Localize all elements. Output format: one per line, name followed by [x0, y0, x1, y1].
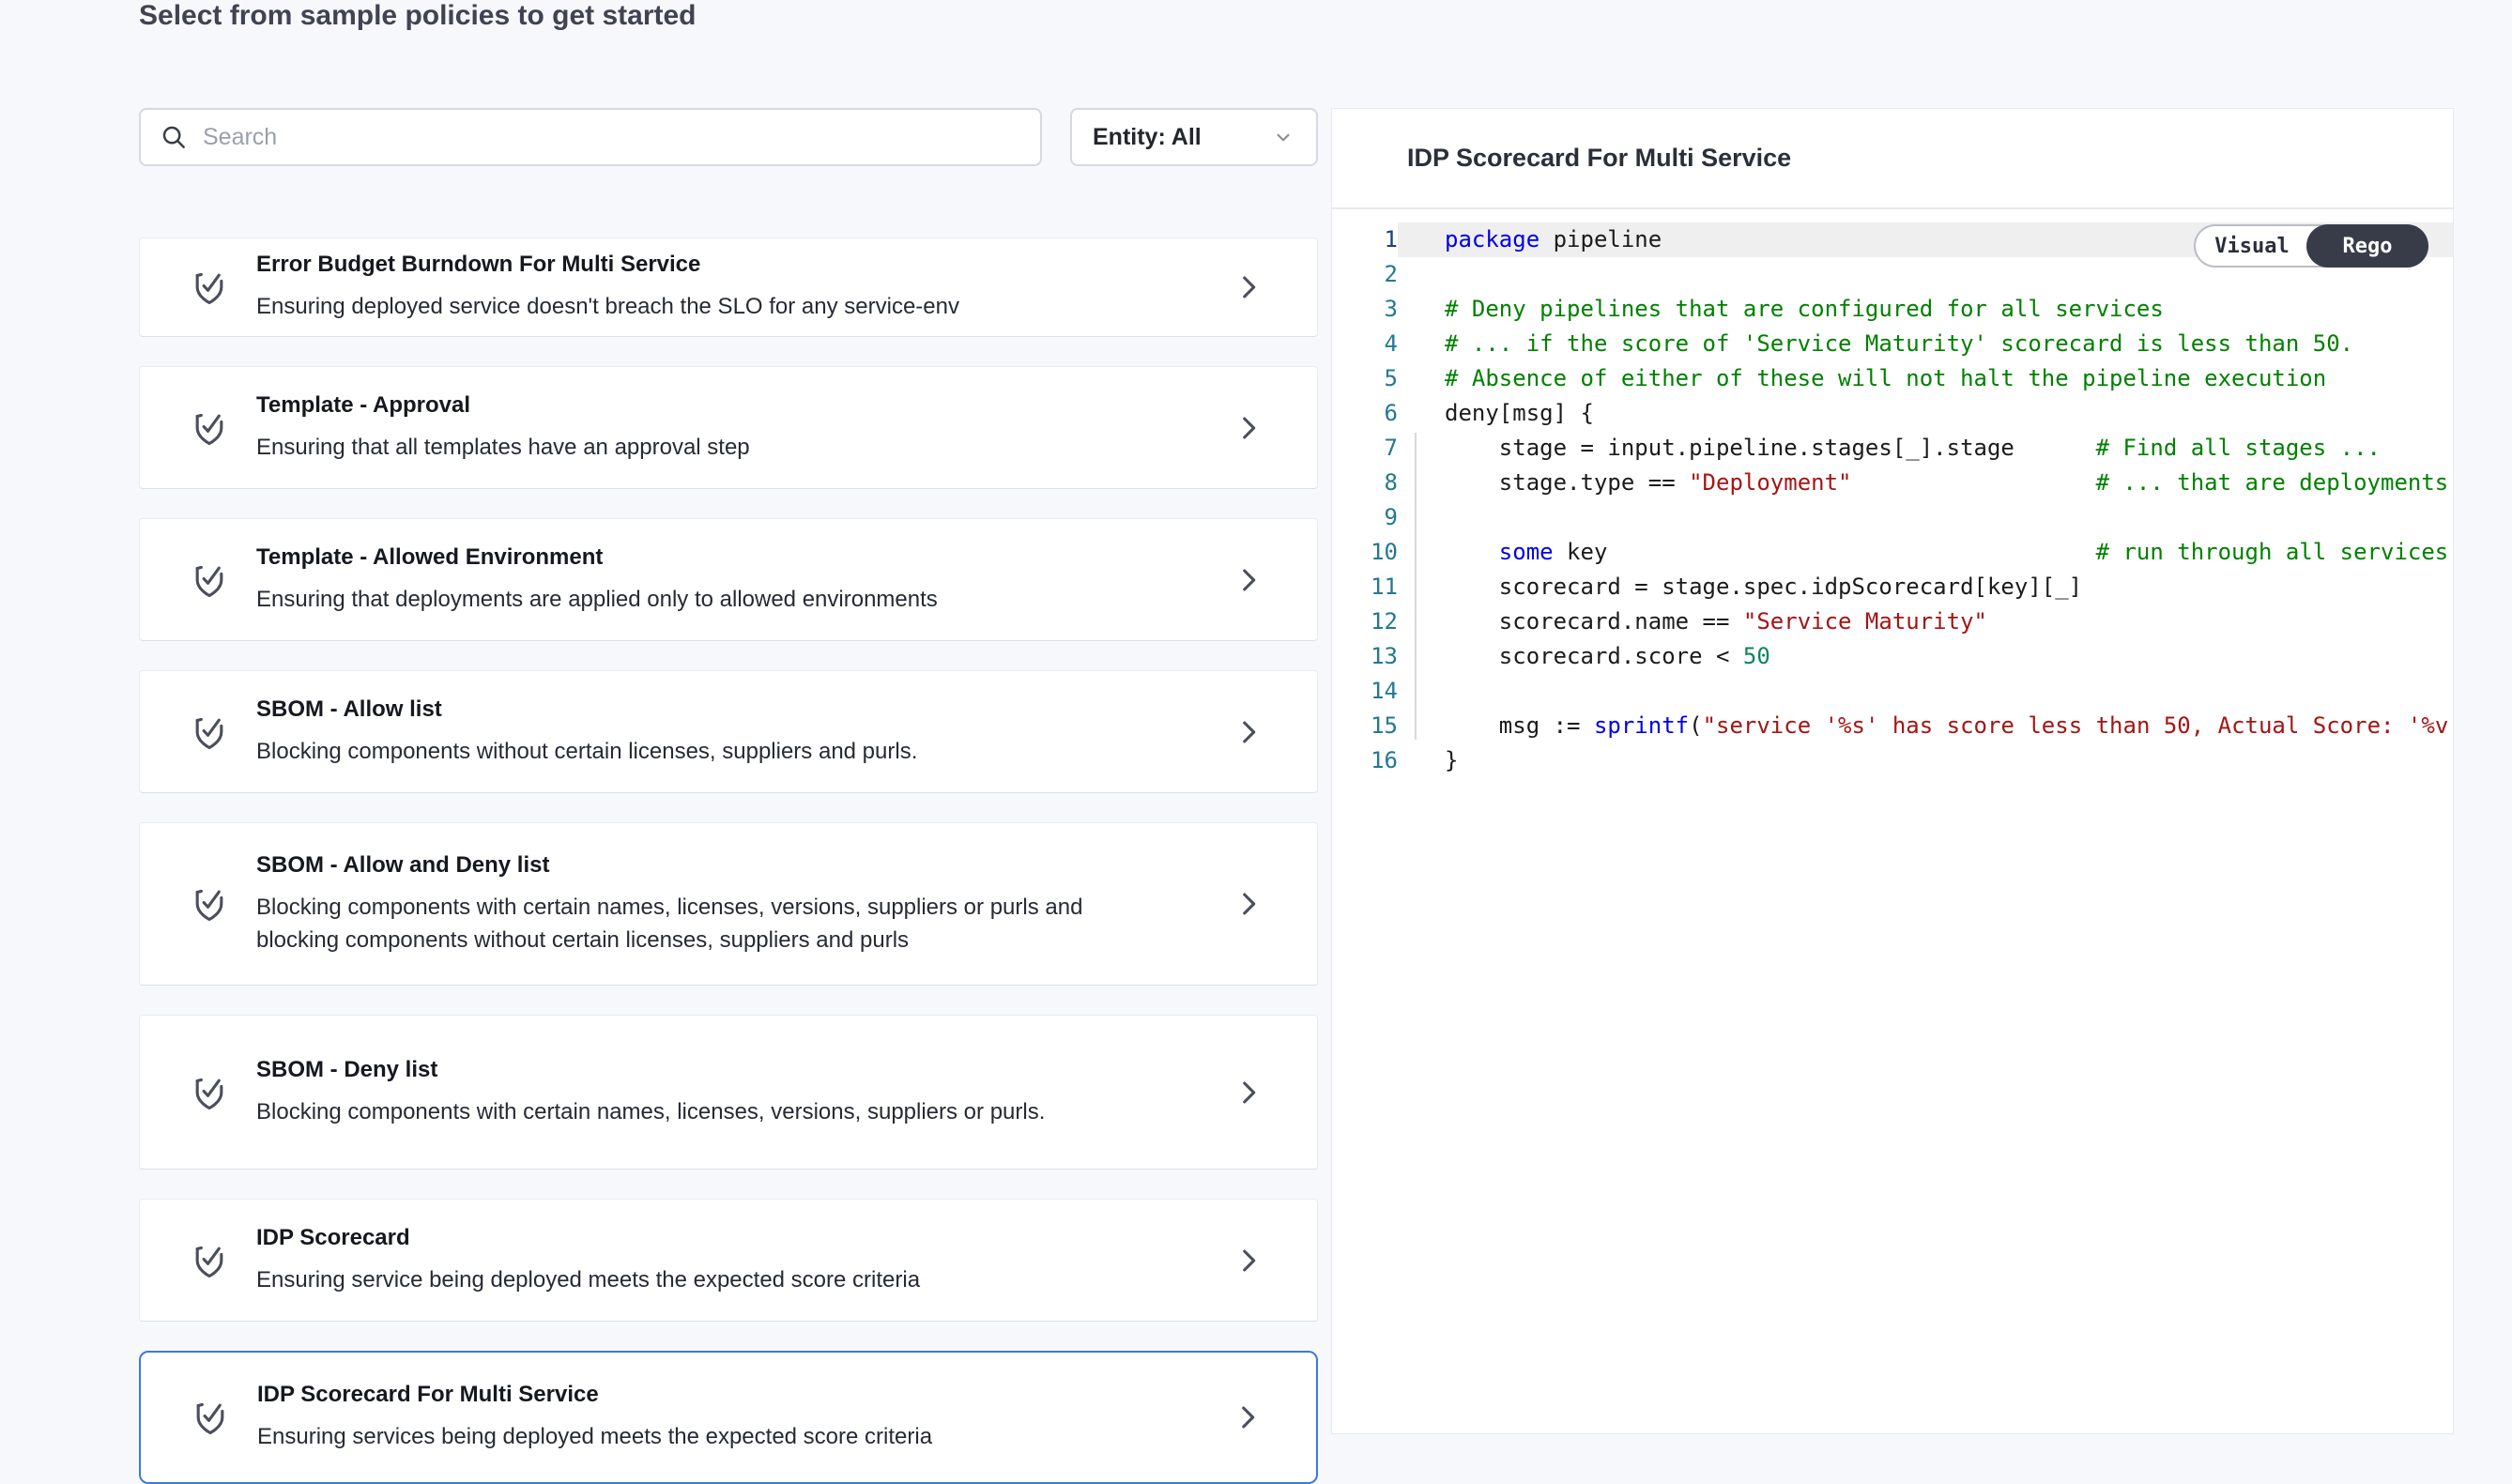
- policy-picker-column: Entity: All Error Budget Burndown For Mu…: [139, 108, 1318, 1484]
- policy-description: Ensuring that all templates have an appr…: [256, 431, 750, 464]
- policy-list-item[interactable]: SBOM - Deny list Blocking components wit…: [139, 1015, 1318, 1170]
- code-editor[interactable]: Visual Rego 1package pipeline23# Deny pi…: [1332, 209, 2453, 1433]
- code-line: 5# Absence of either of these will not h…: [1332, 361, 2453, 396]
- policy-list-item[interactable]: SBOM - Allow list Blocking components wi…: [139, 670, 1318, 793]
- code-line: 9: [1332, 500, 2453, 535]
- code-editor-lines: 1package pipeline23# Deny pipelines that…: [1332, 222, 2453, 778]
- code-line: 7 stage = input.pipeline.stages[_].stage…: [1332, 431, 2453, 466]
- shield-check-icon: [189, 265, 230, 310]
- policy-title: IDP Scorecard For Multi Service: [257, 1382, 932, 1408]
- panel-header: IDP Scorecard For Multi Service: [1332, 109, 2453, 209]
- code-line: 16}: [1332, 743, 2453, 778]
- toggle-option-rego[interactable]: Rego: [2306, 224, 2428, 268]
- list-toolbar: Entity: All: [139, 108, 1318, 166]
- page-title: Select from sample policies to get start…: [139, 0, 697, 32]
- chevron-right-icon: [1233, 1245, 1264, 1277]
- policy-description: Ensuring deployed service doesn't breach…: [256, 290, 959, 323]
- policy-list[interactable]: Error Budget Burndown For Multi Service …: [139, 237, 1318, 1484]
- code-line: 3# Deny pipelines that are configured fo…: [1332, 292, 2453, 327]
- code-line: 11 scorecard = stage.spec.idpScorecard[k…: [1332, 570, 2453, 604]
- policy-description: Ensuring services being deployed meets t…: [257, 1420, 932, 1453]
- indent-guide: [1415, 433, 1417, 740]
- toggle-option-visual[interactable]: Visual: [2196, 226, 2308, 266]
- view-toggle: Visual Rego: [2194, 224, 2428, 268]
- entity-filter-label: Entity: All: [1093, 124, 1202, 151]
- code-line: 6deny[msg] {: [1332, 396, 2453, 431]
- policy-title: Template - Approval: [256, 392, 750, 419]
- code-line: 8 stage.type == "Deployment" # ... that …: [1332, 466, 2453, 500]
- policy-list-item[interactable]: IDP Scorecard For Multi Service Ensuring…: [139, 1351, 1318, 1484]
- shield-check-icon: [189, 405, 230, 451]
- shield-check-icon: [189, 710, 230, 755]
- policy-description: Ensuring service being deployed meets th…: [256, 1263, 920, 1296]
- policy-list-item[interactable]: IDP Scorecard Ensuring service being dep…: [139, 1199, 1318, 1322]
- code-line: 12 scorecard.name == "Service Maturity": [1332, 604, 2453, 639]
- shield-check-icon: [189, 881, 230, 926]
- code-line: 14: [1332, 674, 2453, 709]
- policy-list-item[interactable]: Template - Allowed Environment Ensuring …: [139, 518, 1318, 641]
- chevron-right-icon: [1233, 716, 1264, 748]
- policy-title: IDP Scorecard: [256, 1225, 920, 1251]
- chevron-right-icon: [1233, 1077, 1264, 1109]
- shield-check-icon: [189, 558, 230, 603]
- chevron-down-icon: [1271, 125, 1295, 149]
- policy-description: Ensuring that deployments are applied on…: [256, 583, 938, 616]
- policy-detail-panel: IDP Scorecard For Multi Service Visual R…: [1331, 108, 2454, 1434]
- search-box[interactable]: [139, 108, 1042, 166]
- code-line: 4# ... if the score of 'Service Maturity…: [1332, 327, 2453, 361]
- policy-list-item[interactable]: SBOM - Allow and Deny list Blocking comp…: [139, 822, 1318, 986]
- shield-check-icon: [189, 1238, 230, 1283]
- policy-list-item[interactable]: Template - Approval Ensuring that all te…: [139, 366, 1318, 489]
- search-icon: [160, 123, 188, 151]
- panel-title: IDP Scorecard For Multi Service: [1407, 144, 1791, 173]
- policy-title: SBOM - Allow and Deny list: [256, 852, 1129, 879]
- policy-title: Template - Allowed Environment: [256, 544, 938, 571]
- policy-title: Error Budget Burndown For Multi Service: [256, 252, 959, 278]
- search-input[interactable]: [203, 124, 1021, 151]
- chevron-right-icon: [1233, 412, 1264, 444]
- code-line: 13 scorecard.score < 50: [1332, 639, 2453, 674]
- shield-check-icon: [189, 1070, 230, 1115]
- chevron-right-icon: [1233, 564, 1264, 596]
- policy-description: Blocking components with certain names, …: [256, 891, 1129, 956]
- policy-description: Blocking components without certain lice…: [256, 735, 917, 768]
- chevron-right-icon: [1233, 271, 1264, 303]
- policy-title: SBOM - Deny list: [256, 1057, 1045, 1083]
- policy-title: SBOM - Allow list: [256, 696, 917, 723]
- chevron-right-icon: [1233, 888, 1264, 920]
- policy-description: Blocking components with certain names, …: [256, 1095, 1045, 1128]
- code-line: 10 some key # run through all services: [1332, 535, 2453, 570]
- chevron-right-icon: [1232, 1401, 1264, 1433]
- shield-check-icon: [190, 1395, 231, 1440]
- code-line: 15 msg := sprintf("service '%s' has scor…: [1332, 709, 2453, 743]
- entity-filter-dropdown[interactable]: Entity: All: [1070, 108, 1318, 166]
- policy-list-item[interactable]: Error Budget Burndown For Multi Service …: [139, 237, 1318, 337]
